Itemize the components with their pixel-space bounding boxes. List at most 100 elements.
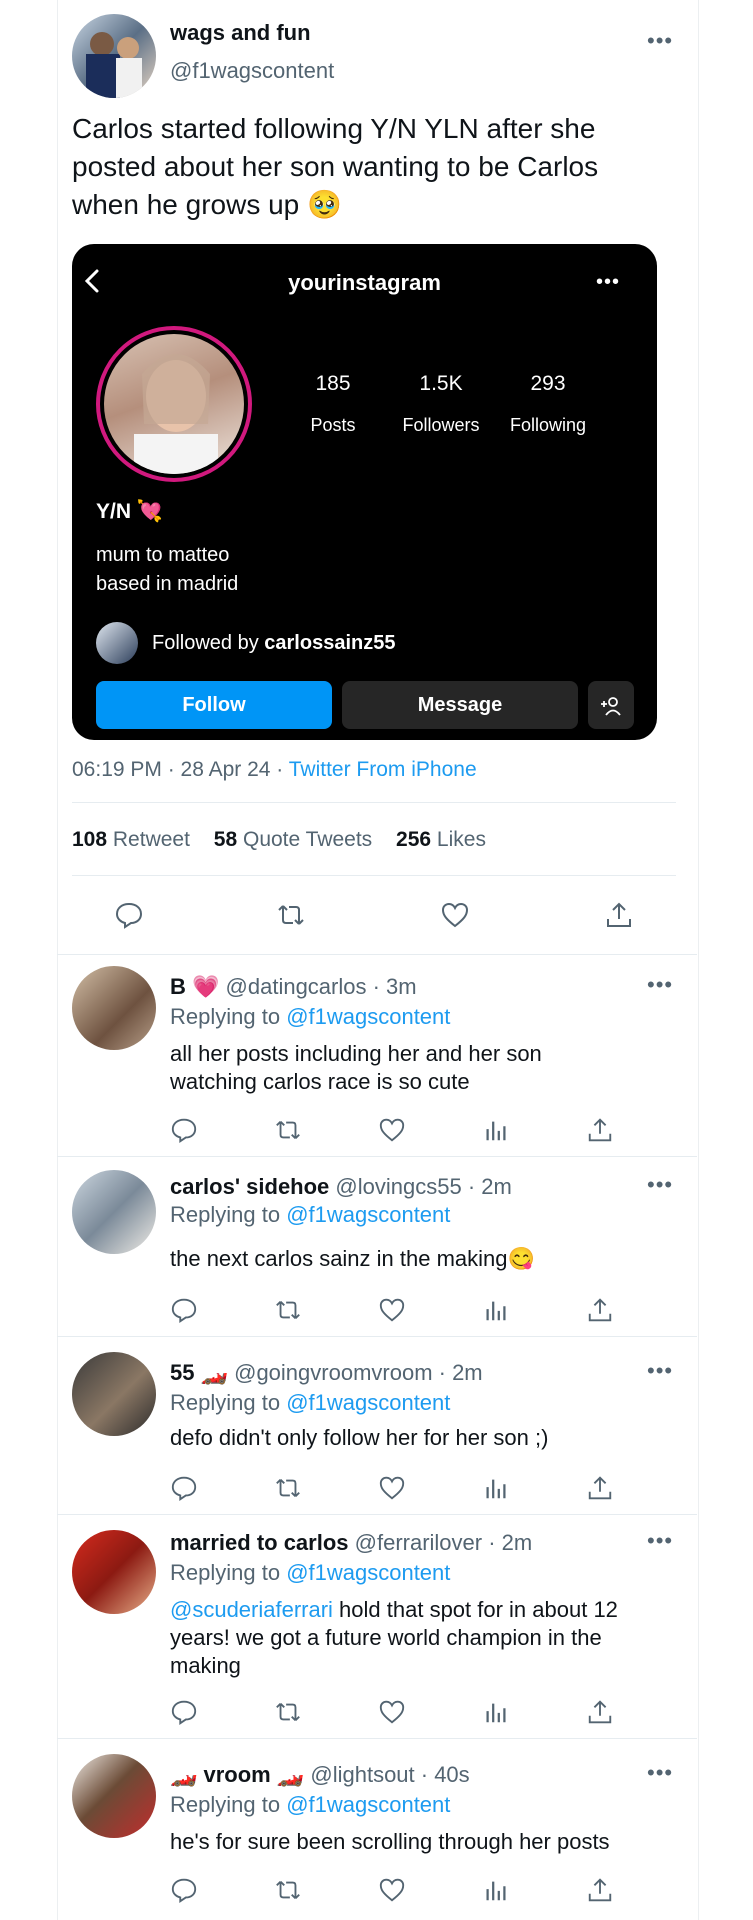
like-icon[interactable] bbox=[378, 1876, 406, 1904]
ig-followed-by-user: carlossainz55 bbox=[264, 632, 396, 654]
like-icon[interactable] bbox=[378, 1296, 406, 1324]
share-icon[interactable] bbox=[586, 1116, 614, 1144]
reply-icon[interactable] bbox=[170, 1296, 198, 1324]
share-icon[interactable] bbox=[586, 1876, 614, 1904]
handle[interactable]: @f1wagscontent bbox=[170, 58, 334, 84]
replying-to-prefix: Replying to bbox=[170, 1560, 287, 1585]
reply-author-handle[interactable]: @ferrarilover · 2m bbox=[355, 1530, 533, 1555]
reply-text-line: he's for sure been scrolling through her… bbox=[170, 1829, 610, 1854]
reply-author-name[interactable]: 🏎️ vroom 🏎️ bbox=[170, 1762, 304, 1787]
replying-to-prefix: Replying to bbox=[170, 1004, 287, 1029]
replying-to: Replying to @f1wagscontent bbox=[170, 1792, 450, 1818]
ig-follower-avatar bbox=[96, 622, 138, 664]
analytics-icon[interactable] bbox=[482, 1116, 510, 1144]
divider bbox=[57, 1156, 697, 1157]
replying-to-link[interactable]: @f1wagscontent bbox=[286, 1202, 450, 1227]
more-options-icon[interactable]: ••• bbox=[647, 30, 673, 52]
reply-author-handle[interactable]: @lovingcs55 · 2m bbox=[335, 1174, 511, 1199]
reply-text-line: defo didn't only follow her for her son … bbox=[170, 1425, 549, 1450]
avatar[interactable] bbox=[72, 1530, 156, 1614]
reply-author-name[interactable]: married to carlos bbox=[170, 1530, 349, 1555]
replying-to-link[interactable]: @f1wagscontent bbox=[286, 1390, 450, 1415]
ig-add-person-icon bbox=[588, 681, 634, 729]
ig-bio-line2: based in madrid bbox=[96, 573, 239, 595]
quote-stat[interactable]: 58 Quote Tweets bbox=[214, 828, 372, 851]
mention-link[interactable]: @scuderiaferrari bbox=[170, 1597, 333, 1622]
analytics-icon[interactable] bbox=[482, 1296, 510, 1324]
more-options-icon[interactable]: ••• bbox=[647, 1174, 673, 1196]
replying-to-link[interactable]: @f1wagscontent bbox=[286, 1004, 450, 1029]
avatar[interactable] bbox=[72, 966, 156, 1050]
replying-to-link[interactable]: @f1wagscontent bbox=[286, 1792, 450, 1817]
reply-text-fragment: hold that spot for in about 12 bbox=[332, 1597, 618, 1622]
reply-author-name[interactable]: 55 🏎️ bbox=[170, 1360, 228, 1385]
ig-profile-picture bbox=[104, 334, 244, 474]
avatar[interactable] bbox=[72, 1352, 156, 1436]
like-icon[interactable] bbox=[378, 1474, 406, 1502]
more-options-icon[interactable]: ••• bbox=[647, 1360, 673, 1382]
likes-label: Likes bbox=[436, 828, 486, 851]
more-options-icon[interactable]: ••• bbox=[647, 1762, 673, 1784]
reply-text: he's for sure been scrolling through her… bbox=[170, 1828, 680, 1856]
reply-icon[interactable] bbox=[170, 1474, 198, 1502]
reply-author-name[interactable]: carlos' sidehoe bbox=[170, 1174, 329, 1199]
divider bbox=[57, 954, 697, 955]
replying-to: Replying to @f1wagscontent bbox=[170, 1390, 450, 1416]
ig-followed-by: Followed by carlossainz55 bbox=[152, 632, 395, 655]
retweet-icon[interactable] bbox=[274, 1698, 302, 1726]
avatar[interactable] bbox=[72, 1170, 156, 1254]
reply-text: @scuderiaferrari hold that spot for in a… bbox=[170, 1596, 680, 1680]
reply-author-handle[interactable]: @datingcarlos · 3m bbox=[226, 974, 417, 999]
tweet-timestamp[interactable]: 06:19 PM · 28 Apr 24 · bbox=[72, 758, 289, 781]
replying-to: Replying to @f1wagscontent bbox=[170, 1202, 450, 1228]
reply-icon[interactable] bbox=[170, 1876, 198, 1904]
reply-author-name[interactable]: B 💗 bbox=[170, 974, 219, 999]
like-icon[interactable] bbox=[378, 1698, 406, 1726]
tweet-source-link[interactable]: Twitter From iPhone bbox=[289, 758, 477, 781]
share-icon[interactable] bbox=[586, 1296, 614, 1324]
like-icon[interactable] bbox=[378, 1116, 406, 1144]
reply-text-line: making bbox=[170, 1653, 241, 1678]
display-name[interactable]: wags and fun bbox=[170, 20, 311, 46]
avatar[interactable] bbox=[72, 1754, 156, 1838]
retweet-icon[interactable] bbox=[274, 1296, 302, 1324]
retweet-stat[interactable]: 108 Retweet bbox=[72, 828, 190, 851]
reply-icon[interactable] bbox=[114, 900, 144, 930]
reply-header: carlos' sidehoe @lovingcs55 · 2m bbox=[170, 1174, 512, 1200]
analytics-icon[interactable] bbox=[482, 1474, 510, 1502]
replying-to: Replying to @f1wagscontent bbox=[170, 1004, 450, 1030]
share-icon[interactable] bbox=[586, 1698, 614, 1726]
reply-text-line: years! we got a future world champion in… bbox=[170, 1625, 602, 1650]
share-icon[interactable] bbox=[604, 900, 634, 930]
retweet-icon[interactable] bbox=[274, 1876, 302, 1904]
analytics-icon[interactable] bbox=[482, 1876, 510, 1904]
reply-header: 55 🏎️ @goingvroomvroom · 2m bbox=[170, 1360, 483, 1386]
retweet-icon[interactable] bbox=[274, 1474, 302, 1502]
reply-text-line: the next carlos sainz in the making😋 bbox=[170, 1246, 535, 1271]
like-icon[interactable] bbox=[440, 900, 470, 930]
replying-to-link[interactable]: @f1wagscontent bbox=[286, 1560, 450, 1585]
reply-text-line: all her posts including her and her son bbox=[170, 1041, 542, 1066]
ig-name: Y/N 💘 bbox=[96, 500, 163, 523]
reply-header: 🏎️ vroom 🏎️ @lightsout · 40s bbox=[170, 1762, 470, 1788]
reply-icon[interactable] bbox=[170, 1698, 198, 1726]
share-icon[interactable] bbox=[586, 1474, 614, 1502]
likes-count: 256 bbox=[396, 828, 432, 851]
retweet-count: 108 bbox=[72, 828, 108, 851]
ig-following-count: 293 bbox=[530, 372, 566, 395]
replying-to-prefix: Replying to bbox=[170, 1792, 287, 1817]
retweet-icon[interactable] bbox=[276, 900, 306, 930]
likes-stat[interactable]: 256 Likes bbox=[396, 828, 486, 851]
avatar[interactable] bbox=[72, 14, 156, 98]
analytics-icon[interactable] bbox=[482, 1698, 510, 1726]
ig-username: yourinstagram bbox=[288, 270, 441, 295]
reply-icon[interactable] bbox=[170, 1116, 198, 1144]
retweet-icon[interactable] bbox=[274, 1116, 302, 1144]
more-options-icon[interactable]: ••• bbox=[647, 1530, 673, 1552]
more-options-icon[interactable]: ••• bbox=[647, 974, 673, 996]
tweet-stats: 108 Retweet 58 Quote Tweets 256 Likes bbox=[72, 828, 486, 852]
reply-author-handle[interactable]: @goingvroomvroom · 2m bbox=[234, 1360, 483, 1385]
tweet-text: Carlos started following Y/N YLN after s… bbox=[72, 113, 599, 220]
reply-author-handle[interactable]: @lightsout · 40s bbox=[310, 1762, 469, 1787]
reply-text: the next carlos sainz in the making😋 bbox=[170, 1245, 680, 1273]
